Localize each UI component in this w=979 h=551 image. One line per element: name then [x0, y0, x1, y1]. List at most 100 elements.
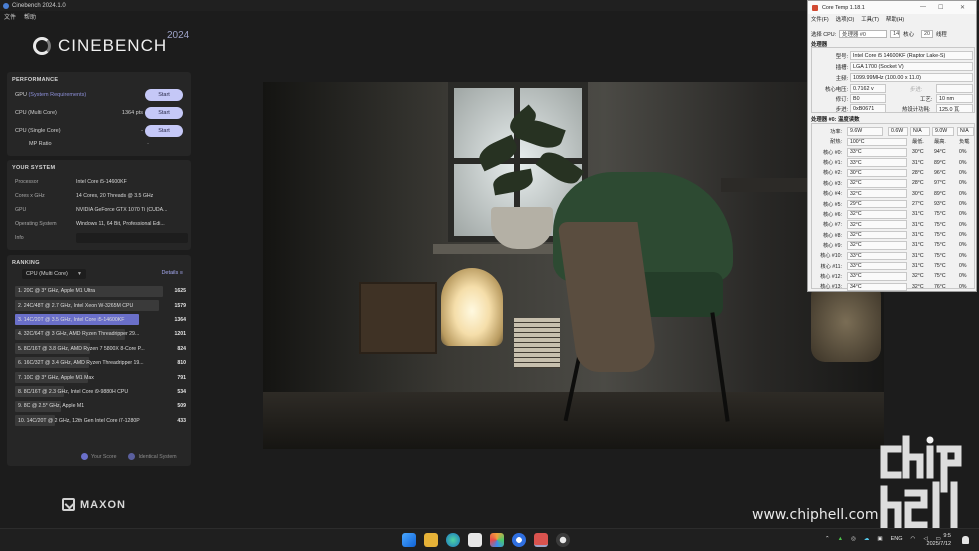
core-max-temp: 97°C	[934, 180, 946, 187]
ranking-item-score: 1364	[174, 316, 186, 323]
frequency-key: 主频:	[835, 75, 848, 82]
system-value: 14 Cores, 20 Threads @ 3.5 GHz	[76, 193, 154, 199]
socket-row: 插槽: LGA 1700 (Socket V)	[812, 62, 974, 71]
notification-bell-icon[interactable]	[962, 536, 969, 544]
ranking-item[interactable]: 5. 8C/16T @ 3.8 GHz, AMD Ryzen 7 5800X 8…	[15, 342, 191, 356]
multi-core-row: CPU (Multi Core) 1364 pts Start	[15, 106, 187, 119]
core-min-temp: 28°C	[912, 180, 924, 187]
cpuid-value: 0xB0671	[850, 104, 886, 113]
cloud-tray-icon[interactable]: ☁	[864, 536, 870, 542]
info-field[interactable]	[76, 233, 188, 243]
ct-menu-options[interactable]: 选项(O)	[836, 15, 855, 23]
core-row: 核心 #9: 32°C 31°C 75°C 0%	[811, 240, 975, 250]
nvidia-tray-icon[interactable]: ▲	[838, 536, 843, 542]
core-row: 核心 #12: 33°C 32°C 75°C 0%	[811, 271, 975, 281]
identical-system-dot-icon	[128, 453, 136, 460]
ranking-item[interactable]: 8. 8C/16T @ 2.3 GHz, Intel Core i9-9880H…	[15, 385, 191, 399]
voltage-value: 0.7162 v	[850, 84, 886, 93]
frequency-row: 主频: 1099.99MHz (100.00 x 11.0)	[812, 73, 974, 82]
ranking-mode-select[interactable]: CPU (Multi Core) ▼	[22, 269, 86, 279]
mp-ratio-label: MP Ratio	[29, 141, 52, 147]
ranking-item[interactable]: 10. 14C/20T @ 2 GHz, 12th Gen Intel Core…	[15, 414, 191, 428]
language-indicator[interactable]: ENG	[891, 536, 903, 542]
gpu-label: GPU (System Requirements)	[15, 92, 86, 98]
ct-menu-help[interactable]: 帮助(H)	[886, 15, 904, 23]
ct-menu-file[interactable]: 文件(F)	[811, 15, 829, 23]
header-load: 负载	[959, 139, 970, 146]
core-temp: 33°C	[847, 272, 907, 281]
gpu-start-button[interactable]: Start	[145, 88, 183, 101]
edge-browser-icon[interactable]	[446, 533, 460, 547]
menu-file[interactable]: 文件	[4, 12, 16, 21]
photos-icon[interactable]	[490, 533, 504, 547]
ranking-item-label: 3. 14C/20T @ 3.5 GHz, Intel Core i5-1460…	[18, 316, 125, 323]
taskbar-clock[interactable]: 9:5 2025/7/12	[927, 532, 951, 548]
coretemp-title: Core Temp 1.18.1	[822, 4, 865, 11]
file-explorer-icon[interactable]	[424, 533, 438, 547]
minimize-icon[interactable]: —	[920, 4, 926, 10]
header-min: 最低.	[912, 139, 924, 146]
start-menu-icon[interactable]	[402, 533, 416, 547]
core-load: 0%	[959, 201, 967, 207]
close-icon[interactable]: ✕	[960, 4, 965, 11]
chiphell-watermark-logo	[880, 435, 962, 529]
core-temp: 34°C	[847, 282, 907, 292]
details-button[interactable]: Details ≡	[161, 270, 183, 276]
scene-crate	[359, 282, 437, 354]
core-max-temp: 94°C	[934, 149, 946, 156]
core-row: 核心 #0: 33°C 30°C 94°C 0%	[811, 147, 975, 157]
coretemp-taskbar-icon[interactable]	[534, 533, 548, 547]
maximize-icon[interactable]: ☐	[938, 4, 943, 11]
multi-core-start-button[interactable]: Start	[145, 106, 183, 119]
core-temp: 32°C	[847, 179, 907, 188]
core-load: 0%	[959, 283, 967, 290]
ranking-item[interactable]: 4. 32C/64T @ 3 GHz, AMD Ryzen Threadripp…	[15, 327, 191, 341]
cinebench-app-icon	[3, 2, 9, 9]
store-icon[interactable]	[468, 533, 482, 547]
ranking-item[interactable]: 1. 20C @ 3* GHz, Apple M1 Ultra 1625	[15, 284, 191, 298]
cinebench-menubar: 文件 帮助	[0, 11, 300, 22]
wifi-icon[interactable]: ◠	[911, 536, 916, 542]
ct-menu-tools[interactable]: 工具(T)	[861, 15, 879, 23]
power-value: 0.6W	[888, 127, 908, 136]
menu-help[interactable]: 帮助	[24, 12, 36, 21]
core-max-temp: 75°C	[934, 232, 946, 239]
legend-identical-system: Identical System	[128, 453, 177, 460]
cinebench-logo-icon	[33, 37, 51, 55]
cpu-select-value: 处理器 #0	[842, 32, 866, 38]
ranking-item-score: 791	[177, 374, 186, 381]
single-core-start-button[interactable]: Start	[145, 124, 183, 137]
cpu-select-dropdown[interactable]: 处理器 #0	[839, 30, 888, 38]
core-name: 核心 #4:	[822, 191, 842, 198]
core-name: 核心 #7:	[822, 222, 842, 229]
core-load: 0%	[959, 232, 967, 239]
ranking-item[interactable]: 7. 10C @ 3* GHz, Apple M1 Max 791	[15, 370, 191, 384]
core-temp: 32°C	[847, 210, 907, 219]
core-max-temp: 89°C	[934, 159, 946, 166]
ranking-item[interactable]: 2. 24C/48T @ 2.7 GHz, Intel Xeon W-3265M…	[15, 298, 191, 312]
coretemp-app-icon	[812, 4, 818, 11]
network-tray-icon[interactable]: ◎	[851, 536, 856, 542]
core-row: 核心 #2: 30°C 28°C 96°C 0%	[811, 168, 975, 178]
core-row: 核心 #13: 34°C 32°C 76°C 0%	[811, 282, 975, 292]
ranking-item[interactable]: 3. 14C/20T @ 3.5 GHz, Intel Core i5-1460…	[15, 313, 191, 327]
ranking-item-score: 1201	[174, 331, 186, 338]
chrome-icon[interactable]	[512, 533, 526, 547]
core-load: 0%	[959, 149, 967, 156]
logo-text: CINEBENCH	[58, 36, 168, 55]
core-temp: 33°C	[847, 148, 907, 157]
cores-count: 14	[890, 30, 901, 38]
core-row: 核心 #1: 33°C 31°C 89°C 0%	[811, 157, 975, 167]
app-tray-icon[interactable]: ▣	[877, 536, 882, 542]
tray-chevron-up-icon[interactable]: ⌃	[825, 536, 830, 542]
ranking-item[interactable]: 6. 16C/32T @ 3.4 GHz, AMD Ryzen Threadri…	[15, 356, 191, 370]
ranking-item-score: 509	[177, 403, 186, 410]
ranking-item-score: 1579	[174, 302, 186, 309]
system-row-info: Info	[15, 232, 191, 244]
ranking-item[interactable]: 9. 8C @ 2.5* GHz, Apple M1 509	[15, 399, 191, 413]
cinebench-taskbar-icon[interactable]	[556, 533, 570, 547]
core-min-temp: 30°C	[912, 149, 924, 156]
multi-core-label: CPU (Multi Core)	[15, 109, 57, 116]
core-min-temp: 31°C	[912, 221, 924, 228]
stepping-key: 步进:	[910, 86, 923, 93]
